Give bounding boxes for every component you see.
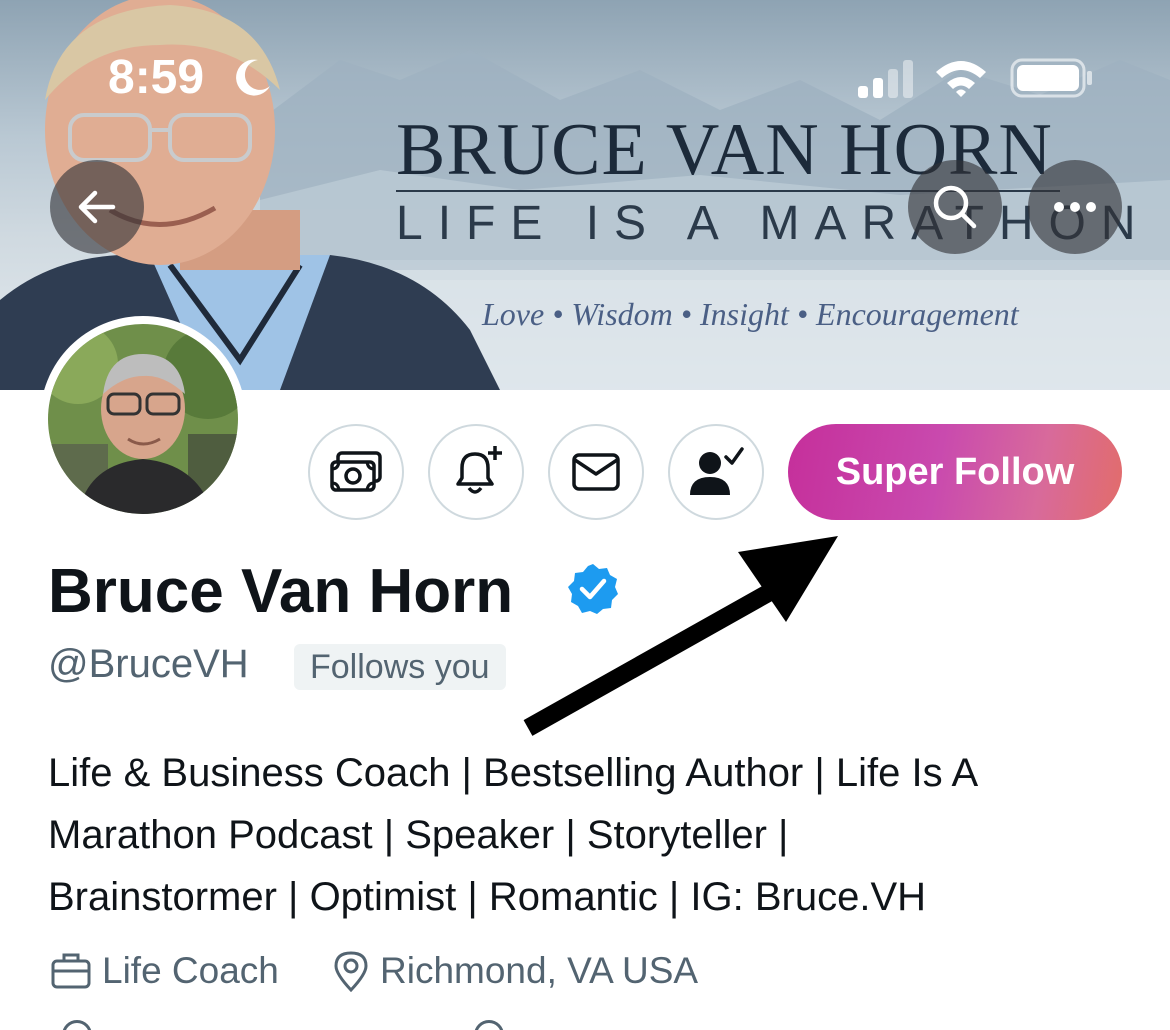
profile-avatar[interactable] xyxy=(40,316,246,522)
tips-button[interactable] xyxy=(308,424,404,520)
status-time: 8:59 xyxy=(108,51,205,104)
following-button[interactable] xyxy=(668,424,764,520)
profile-handle: @BruceVH xyxy=(48,642,249,686)
banner-tagline: Love • Wisdom • Insight • Encouragement xyxy=(482,296,1019,332)
bio-line: Life & Business Coach | Bestselling Auth… xyxy=(48,751,979,795)
avatar-photo xyxy=(48,324,238,514)
bio-line: Brainstormer | Optimist | Romantic | IG:… xyxy=(48,875,927,919)
money-icon xyxy=(330,451,382,492)
more-icon xyxy=(1054,202,1096,212)
location-pin-icon xyxy=(334,951,368,992)
profile-location: Richmond, VA USA xyxy=(332,950,698,992)
battery-icon xyxy=(1010,58,1092,98)
follows-you-badge: Follows you xyxy=(294,644,506,690)
envelope-icon xyxy=(572,453,620,491)
bell-plus-icon xyxy=(456,446,502,494)
wifi-icon xyxy=(936,61,986,97)
search-icon xyxy=(933,185,977,229)
cellular-signal-icon xyxy=(858,60,913,98)
profile-name: Bruce Van Horn xyxy=(48,557,514,626)
calendar-icon xyxy=(474,1020,504,1030)
super-follow-button[interactable]: Super Follow xyxy=(788,424,1122,520)
message-button[interactable] xyxy=(548,424,644,520)
person-check-icon xyxy=(690,447,744,495)
link-icon xyxy=(62,1020,92,1030)
briefcase-icon xyxy=(51,953,91,989)
verified-badge-icon[interactable] xyxy=(566,562,620,616)
search-button[interactable] xyxy=(908,160,1002,254)
location-text: Richmond, VA USA xyxy=(380,950,699,991)
back-button[interactable] xyxy=(50,160,144,254)
bio-line: Marathon Podcast | Speaker | Storyteller… xyxy=(48,813,789,857)
more-options-button[interactable] xyxy=(1028,160,1122,254)
profile-profession: Life Coach xyxy=(50,950,279,992)
arrow-left-icon xyxy=(78,190,116,224)
profile-bio: Life & Business Coach | Bestselling Auth… xyxy=(48,742,1138,928)
profession-text: Life Coach xyxy=(102,950,279,991)
notifications-button[interactable] xyxy=(428,424,524,520)
moon-icon xyxy=(236,59,270,96)
